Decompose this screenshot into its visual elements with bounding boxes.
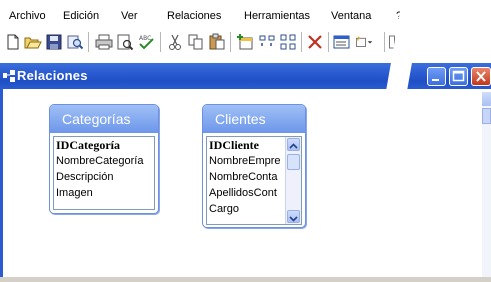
menu-edicion[interactable]: Edición xyxy=(63,10,99,23)
close-icon xyxy=(476,71,486,82)
field-item[interactable]: NombreConta xyxy=(207,169,285,185)
print-preview-icon[interactable] xyxy=(116,33,134,51)
window-title: Relaciones xyxy=(17,68,88,83)
relaciones-titlebar[interactable]: Relaciones xyxy=(0,63,491,89)
chevron-up-icon xyxy=(289,143,298,149)
print-icon[interactable] xyxy=(95,33,113,51)
menu-archivo[interactable]: Archivo xyxy=(9,10,46,23)
relationships-icon xyxy=(3,70,15,82)
show-table-icon[interactable] xyxy=(236,33,254,51)
field-primary-key[interactable]: IDCliente xyxy=(207,137,285,153)
copy-icon[interactable] xyxy=(187,33,205,51)
save-icon[interactable] xyxy=(45,33,63,51)
open-icon[interactable] xyxy=(24,33,42,51)
cut-icon[interactable] xyxy=(166,33,184,51)
scroll-up-button[interactable] xyxy=(287,138,300,151)
field-item[interactable]: ApellidosCont xyxy=(207,185,285,201)
field-item[interactable]: Cargo xyxy=(207,201,285,217)
menu-bar: Archivo Edición Ver Relaciones Herramien… xyxy=(0,0,491,22)
toolbar-separator xyxy=(301,32,303,52)
menu-herramientas[interactable]: Herramientas xyxy=(244,10,310,23)
field-item[interactable]: Imagen xyxy=(54,185,154,201)
spelling-icon[interactable]: ABC xyxy=(137,33,155,51)
scroll-up-button[interactable] xyxy=(482,92,491,106)
toolbar-separator xyxy=(88,32,90,52)
menu-ver[interactable]: Ver xyxy=(121,10,138,23)
toolbar-separator xyxy=(230,32,232,52)
toolbar: ABC xyxy=(0,23,491,59)
table-categorias[interactable]: Categorías IDCategoría NombreCategoría D… xyxy=(49,104,159,214)
scroll-thumb[interactable] xyxy=(287,154,300,170)
field-item[interactable]: NombreEmpre xyxy=(207,153,285,169)
field-list-scrollbar[interactable] xyxy=(285,137,301,224)
close-button[interactable] xyxy=(471,67,491,86)
svg-text:ABC: ABC xyxy=(139,35,151,42)
window-bottom-edge xyxy=(0,277,491,282)
maximize-button[interactable] xyxy=(449,67,468,86)
toolbar-separator xyxy=(160,32,162,52)
field-list[interactable]: IDCliente NombreEmpre NombreConta Apelli… xyxy=(206,136,302,225)
maximize-icon xyxy=(452,70,465,82)
scroll-down-button[interactable] xyxy=(287,210,300,223)
new-object-icon[interactable] xyxy=(355,33,373,51)
field-list[interactable]: IDCategoría NombreCategoría Descripción … xyxy=(53,136,155,210)
table-clientes[interactable]: Clientes IDCliente NombreEmpre NombreCon… xyxy=(202,104,306,228)
table-title[interactable]: Clientes xyxy=(203,105,305,133)
menu-help[interactable]: ? xyxy=(396,10,402,23)
field-item[interactable]: Descripción xyxy=(54,169,154,185)
toolbar-separator xyxy=(384,32,386,52)
new-icon[interactable] xyxy=(4,33,22,51)
minimize-button[interactable] xyxy=(427,67,446,86)
search-icon[interactable] xyxy=(66,33,84,51)
show-all-icon[interactable] xyxy=(279,33,297,51)
field-item[interactable]: NombreCategoría xyxy=(54,153,154,169)
field-primary-key[interactable]: IDCategoría xyxy=(54,137,154,153)
chevron-down-icon xyxy=(289,216,298,222)
overflow-icon[interactable] xyxy=(389,33,395,51)
window-vertical-scrollbar[interactable] xyxy=(482,92,491,278)
show-direct-icon[interactable] xyxy=(258,33,276,51)
menu-relaciones[interactable]: Relaciones xyxy=(167,10,221,23)
table-title[interactable]: Categorías xyxy=(50,105,158,133)
toolbar-separator xyxy=(328,32,330,52)
delete-icon[interactable] xyxy=(306,33,324,51)
scroll-thumb[interactable] xyxy=(482,108,491,124)
paste-icon[interactable] xyxy=(208,33,226,51)
menu-ventana[interactable]: Ventana xyxy=(331,10,371,23)
database-window-icon[interactable] xyxy=(333,33,351,51)
minimize-icon xyxy=(432,79,439,81)
